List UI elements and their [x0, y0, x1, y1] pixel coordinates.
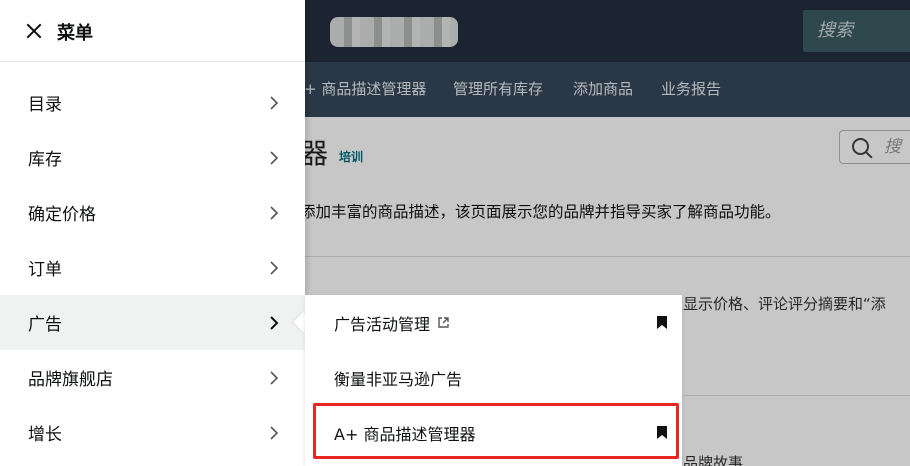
side-menu: 菜单 目录 库存 确定价格 订单 广告 品牌旗舰店 增长: [0, 0, 305, 466]
menu-item-inventory[interactable]: 库存: [0, 130, 305, 185]
menu-item-label: 订单: [28, 260, 62, 280]
menu-item-label: 增长: [28, 425, 62, 445]
submenu-item-non-amazon-ads[interactable]: 衡量非亚马逊广告: [305, 350, 682, 405]
advertising-submenu: 广告活动管理 衡量非亚马逊广告 A+ 商品描述管理器: [305, 295, 682, 466]
chevron-right-icon: [270, 95, 279, 110]
menu-item-catalog[interactable]: 目录: [0, 75, 305, 130]
chevron-right-icon: [270, 260, 279, 275]
external-link-icon: [438, 317, 449, 328]
menu-header: 菜单: [0, 0, 305, 62]
menu-item-label: 库存: [28, 150, 62, 170]
bookmark-icon[interactable]: [657, 426, 667, 439]
menu-item-label: 目录: [28, 95, 62, 115]
chevron-right-icon: [270, 425, 279, 440]
menu-item-label: 确定价格: [28, 205, 96, 225]
chevron-right-icon: [270, 150, 279, 165]
menu-title: 菜单: [57, 23, 93, 44]
chevron-right-icon: [270, 370, 279, 385]
submenu-item-label: 衡量非亚马逊广告: [334, 369, 463, 389]
submenu-item-label: 广告活动管理: [334, 314, 431, 334]
menu-item-orders[interactable]: 订单: [0, 240, 305, 295]
menu-item-pricing[interactable]: 确定价格: [0, 185, 305, 240]
chevron-right-icon: [270, 315, 279, 330]
chevron-right-icon: [270, 205, 279, 220]
submenu-item-label: A+ 商品描述管理器: [334, 424, 476, 444]
menu-item-label: 品牌旗舰店: [28, 370, 113, 390]
menu-item-growth[interactable]: 增长: [0, 405, 305, 460]
menu-item-advertising[interactable]: 广告: [0, 295, 305, 350]
submenu-item-a-plus-manager[interactable]: A+ 商品描述管理器: [305, 405, 682, 460]
close-icon[interactable]: [26, 23, 42, 39]
bookmark-icon[interactable]: [657, 316, 667, 329]
menu-item-brand-store[interactable]: 品牌旗舰店: [0, 350, 305, 405]
menu-item-label: 广告: [28, 315, 62, 335]
submenu-item-campaign-manager[interactable]: 广告活动管理: [305, 295, 682, 350]
